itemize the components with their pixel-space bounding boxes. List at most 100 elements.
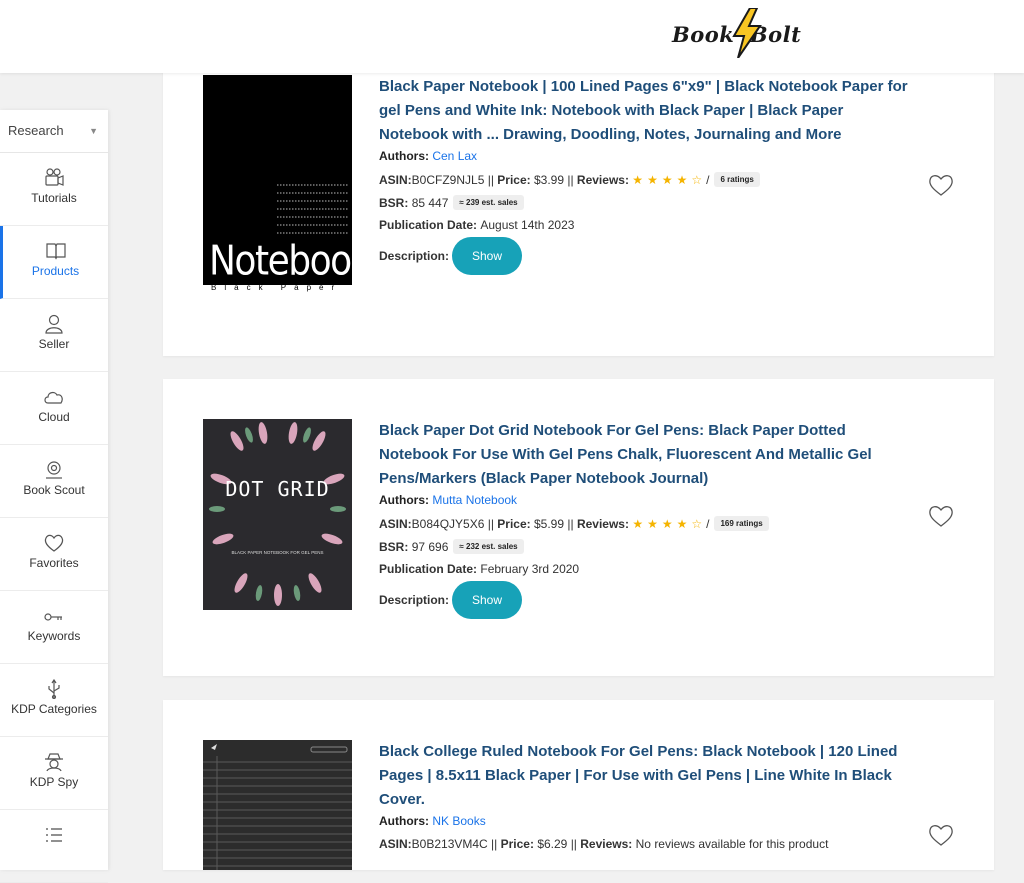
authors-row: Authors: NK Books xyxy=(379,813,909,829)
sidebar-item-label: KDP Spy xyxy=(29,775,79,789)
price-label: Price: xyxy=(497,172,531,187)
cover-subtitle: Black Paper xyxy=(211,283,343,292)
key-icon xyxy=(44,613,62,621)
authors-label: Authors: xyxy=(379,493,429,507)
asin-label: ASIN: xyxy=(379,837,412,851)
est-sales-badge: ≈ 239 est. sales xyxy=(453,195,524,210)
cloud-icon xyxy=(44,391,63,404)
sidebar-item-book-scout[interactable]: Book Scout xyxy=(0,445,108,518)
product-title[interactable]: Black Paper Notebook | 100 Lined Pages 6… xyxy=(379,75,909,147)
reviews-label: Reviews: xyxy=(580,837,633,851)
ratings-count-badge: 6 ratings xyxy=(714,172,760,187)
description-label: Description: xyxy=(379,593,450,607)
author-link[interactable]: Mutta Notebook xyxy=(432,493,517,507)
favorite-heart-icon[interactable] xyxy=(928,504,954,528)
heart-icon xyxy=(44,534,64,552)
show-description-button[interactable]: Show xyxy=(452,237,523,275)
bsr-label: BSR: xyxy=(379,195,409,210)
star-filled-icon: ★ xyxy=(676,172,688,187)
list-icon xyxy=(46,828,62,842)
pub-date-row: Publication Date: August 14th 2023 xyxy=(379,218,909,232)
ratings-count-badge: 169 ratings xyxy=(714,516,769,531)
reviews-label: Reviews: xyxy=(576,172,629,187)
sidebar-item-label: Favorites xyxy=(29,556,79,570)
product-title[interactable]: Black College Ruled Notebook For Gel Pen… xyxy=(379,740,909,812)
sidebar-item-list[interactable] xyxy=(0,810,108,883)
product-info: Black Paper Dot Grid Notebook For Gel Pe… xyxy=(379,419,909,619)
sidebar-item-favorites[interactable]: Favorites xyxy=(0,518,108,591)
description-row: Description: Show xyxy=(379,581,909,619)
asin-price-reviews-row: ASIN: B0CFZ9NJL5 || Price: $3.99 || Revie… xyxy=(379,172,909,187)
bsr-value: 85 447 xyxy=(411,195,449,210)
reviews-value: No reviews available for this product xyxy=(635,837,829,851)
price-label: Price: xyxy=(500,837,534,851)
star-filled-icon: ★ xyxy=(676,516,688,531)
product-card: Notebook Black Paper Black Paper Noteboo… xyxy=(163,60,994,356)
research-dropdown-label: Research xyxy=(8,123,64,138)
description-label: Description: xyxy=(379,249,450,263)
asin-label: ASIN: xyxy=(379,516,412,531)
sidebar-item-cloud[interactable]: Cloud xyxy=(0,372,108,445)
book-cover-image[interactable]: Notebook Black Paper xyxy=(203,75,352,297)
star-filled-icon: ★ xyxy=(661,172,673,187)
user-icon xyxy=(45,314,63,334)
ruled-cover-art xyxy=(203,744,352,870)
sidebar-item-kdp-spy[interactable]: KDP Spy xyxy=(0,737,108,810)
open-book-icon xyxy=(45,243,66,260)
sidebar-item-keywords[interactable]: Keywords xyxy=(0,591,108,664)
book-cover-image[interactable]: DOT GRID BLACK PAPER NOTEBOOK FOR GEL PE… xyxy=(203,419,352,610)
sidebar-item-products[interactable]: Products xyxy=(0,226,108,299)
asin-value: B0CFZ9NJL5 xyxy=(411,172,485,187)
pub-date-row: Publication Date: February 3rd 2020 xyxy=(379,562,909,576)
bsr-label: BSR: xyxy=(379,539,409,554)
research-dropdown[interactable]: Research ▼ xyxy=(0,110,108,153)
sidebar-item-label: KDP Categories xyxy=(11,702,97,716)
reviews-label: Reviews: xyxy=(576,516,629,531)
product-title[interactable]: Black Paper Dot Grid Notebook For Gel Pe… xyxy=(379,419,909,491)
favorite-heart-icon[interactable] xyxy=(928,823,954,847)
scout-icon xyxy=(46,461,62,479)
sidebar-item-kdp-categories[interactable]: KDP Categories xyxy=(0,664,108,737)
sidebar-item-label: Keywords xyxy=(27,629,81,643)
cover-title: DOT GRID xyxy=(225,477,330,501)
star-filled-icon: ★ xyxy=(632,516,644,531)
sidebar-item-seller[interactable]: Seller xyxy=(0,299,108,372)
price-label: Price: xyxy=(497,516,531,531)
pub-date-label: Publication Date: xyxy=(379,562,478,576)
asin-value: B0B213VM4C xyxy=(411,837,488,851)
asin-label: ASIN: xyxy=(379,172,412,187)
authors-label: Authors: xyxy=(379,814,429,828)
price-value: $6.29 xyxy=(537,837,568,851)
product-card: Black College Ruled Notebook For Gel Pen… xyxy=(163,700,994,870)
sidebar: Research ▼ Tutorials Products Seller Clo… xyxy=(0,110,108,883)
asin-price-reviews-row: ASIN: B0B213VM4C || Price: $6.29 || Revie… xyxy=(379,837,829,851)
price-value: $5.99 xyxy=(534,516,565,531)
bsr-value: 97 696 xyxy=(411,539,449,554)
sidebar-item-tutorials[interactable]: Tutorials xyxy=(0,153,108,226)
sidebar-item-label: Cloud xyxy=(38,410,70,424)
product-info: Black College Ruled Notebook For Gel Pen… xyxy=(379,740,909,851)
pub-date-value: February 3rd 2020 xyxy=(480,562,580,576)
description-row: Description: Show xyxy=(379,237,909,275)
star-filled-icon: ★ xyxy=(647,516,658,531)
favorite-heart-icon[interactable] xyxy=(928,173,954,197)
book-cover-image[interactable] xyxy=(203,740,352,870)
author-link[interactable]: Cen Lax xyxy=(432,149,477,163)
show-description-button[interactable]: Show xyxy=(452,581,523,619)
video-camera-icon xyxy=(45,168,64,186)
star-filled-icon: ★ xyxy=(661,516,673,531)
star-filled-icon: ★ xyxy=(647,172,658,187)
star-empty-icon: ☆ xyxy=(691,516,703,531)
pub-date-value: August 14th 2023 xyxy=(480,218,575,232)
pub-date-label: Publication Date: xyxy=(379,218,478,232)
authors-label: Authors: xyxy=(379,149,429,163)
bsr-row: BSR: 97 696 ≈ 232 est. sales xyxy=(379,539,909,554)
cover-title: Notebook xyxy=(209,237,352,286)
spy-icon xyxy=(45,753,63,772)
author-link[interactable]: NK Books xyxy=(432,814,485,828)
price-value: $3.99 xyxy=(533,172,565,187)
star-filled-icon: ★ xyxy=(632,172,644,187)
asin-price-reviews-row: ASIN: B084QJY5X6 || Price: $5.99 || Revie… xyxy=(379,516,909,531)
cover-subtitle: BLACK PAPER NOTEBOOK FOR GEL PENS xyxy=(231,550,324,555)
product-info: Black Paper Notebook | 100 Lined Pages 6… xyxy=(379,75,909,275)
